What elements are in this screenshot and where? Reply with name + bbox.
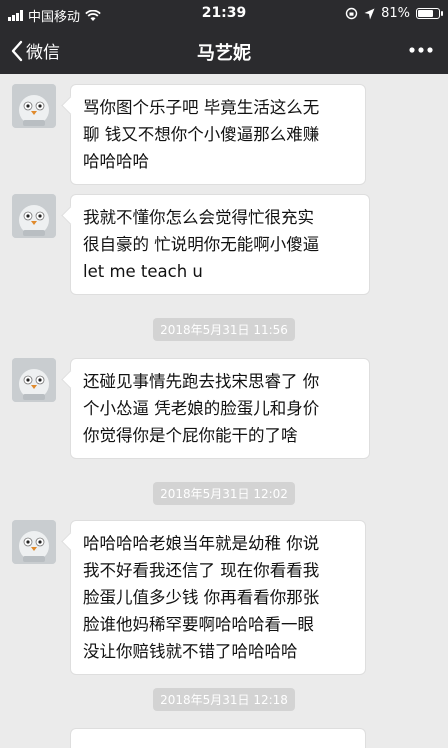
rotation-lock-icon — [345, 7, 358, 20]
message-bubble[interactable]: 还碰见事情先跑去找宋思睿了 你 个小怂逼 凭老娘的脸蛋儿和身价 你觉得你是个屁你… — [70, 358, 370, 459]
message-bubble[interactable]: 我就不懂你怎么会觉得忙很充实 很自豪的 忙说明你无能啊小傻逼 let me te… — [70, 194, 370, 295]
battery-icon — [416, 8, 443, 19]
message-text: 骂你图个乐子吧 毕竟生活这么无 聊 钱又不想你个小傻逼那么难赚 哈哈哈哈 — [83, 98, 320, 171]
chat-area[interactable]: 骂你图个乐子吧 毕竟生活这么无 聊 钱又不想你个小傻逼那么难赚 哈哈哈哈 我就不… — [0, 74, 448, 748]
owl-avatar-icon — [12, 194, 56, 238]
location-icon — [364, 8, 375, 19]
more-icon — [409, 47, 433, 53]
message-bubble-partial[interactable] — [70, 728, 366, 748]
owl-avatar-icon — [12, 84, 56, 128]
nav-bar: 微信 马艺妮 — [0, 28, 448, 74]
chat-title: 马艺妮 — [197, 43, 251, 64]
timestamp-label: 2018年5月31日 11:56 — [153, 318, 295, 341]
battery-level — [418, 10, 434, 17]
timestamp-label: 2018年5月31日 12:02 — [153, 482, 295, 505]
message-bubble[interactable]: 骂你图个乐子吧 毕竟生活这么无 聊 钱又不想你个小傻逼那么难赚 哈哈哈哈 — [70, 84, 366, 185]
owl-avatar-icon — [12, 520, 56, 564]
owl-avatar-icon — [12, 358, 56, 402]
message-text: 还碰见事情先跑去找宋思睿了 你 个小怂逼 凭老娘的脸蛋儿和身价 你觉得你是个屁你… — [83, 372, 320, 445]
timestamp: 2018年5月31日 12:02 — [0, 482, 448, 505]
timestamp: 2018年5月31日 12:18 — [0, 688, 448, 711]
avatar[interactable] — [12, 194, 56, 238]
message-bubble[interactable]: 哈哈哈哈老娘当年就是幼稚 你说 我不好看我还信了 现在你看看我 脸蛋儿值多少钱 … — [70, 520, 366, 675]
message-text: 我就不懂你怎么会觉得忙很充实 很自豪的 忙说明你无能啊小傻逼 let me te… — [83, 208, 320, 281]
status-right: 81% — [345, 6, 443, 21]
avatar[interactable] — [12, 358, 56, 402]
avatar[interactable] — [12, 520, 56, 564]
status-bar: 中国移动 21:39 81% — [0, 0, 448, 28]
timestamp-label: 2018年5月31日 12:18 — [153, 688, 295, 711]
timestamp: 2018年5月31日 11:56 — [0, 318, 448, 341]
battery-percent: 81% — [381, 6, 410, 21]
message-text: 哈哈哈哈老娘当年就是幼稚 你说 我不好看我还信了 现在你看看我 脸蛋儿值多少钱 … — [83, 534, 320, 661]
more-button[interactable] — [408, 34, 434, 70]
avatar[interactable] — [12, 84, 56, 128]
